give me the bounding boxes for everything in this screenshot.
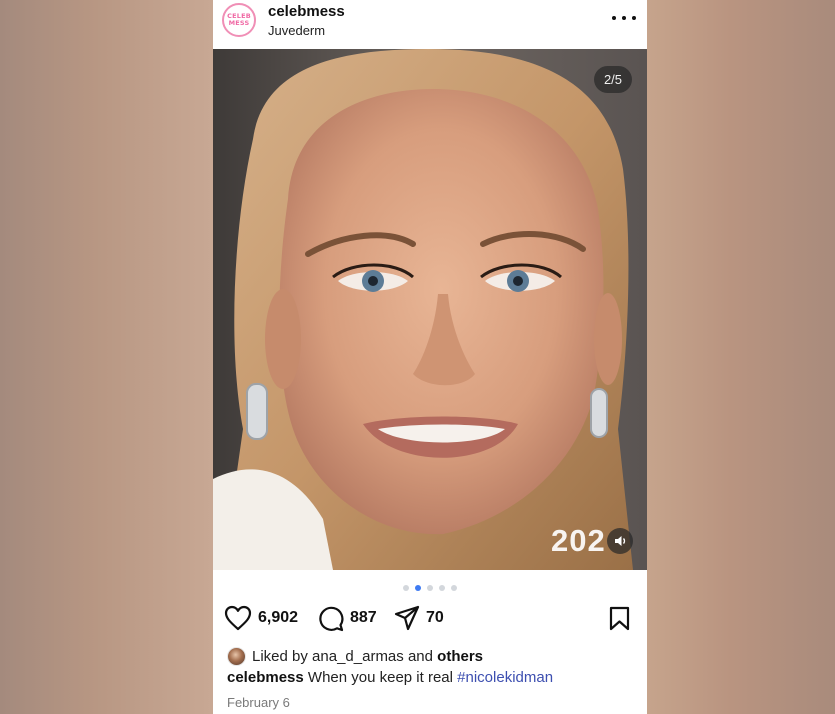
heart-icon — [224, 605, 252, 631]
caption-text: When you keep it real — [307, 669, 453, 686]
share-count[interactable]: 70 — [426, 609, 444, 627]
like-count[interactable]: 6,902 — [258, 609, 298, 627]
post-photo[interactable]: 2/5 202 — [213, 49, 647, 570]
comment-bubble-icon — [319, 606, 344, 631]
liker-avatar[interactable] — [227, 646, 246, 666]
bookmark-icon[interactable] — [609, 606, 630, 631]
caption-username[interactable]: celebmess — [227, 669, 304, 686]
comment-button[interactable]: 887 — [317, 602, 377, 634]
more-options-icon[interactable] — [612, 8, 636, 28]
instagram-post: CELEB MESS celebmess Juvederm 2/5 202 6,… — [213, 0, 647, 714]
liked-by-user[interactable]: ana_d_armas — [312, 648, 404, 665]
blurred-background-right — [647, 0, 835, 714]
speaker-icon[interactable] — [607, 528, 633, 554]
carousel-dot[interactable] — [451, 585, 457, 591]
liked-by-others[interactable]: others — [437, 648, 483, 665]
carousel-indicator — [403, 584, 457, 592]
comment-count[interactable]: 887 — [350, 609, 377, 627]
carousel-dot[interactable] — [427, 585, 433, 591]
carousel-dot[interactable] — [439, 585, 445, 591]
send-icon — [394, 605, 420, 631]
liked-by-row: Liked by ana_d_armas and others — [227, 645, 483, 667]
blurred-background-left — [0, 0, 213, 714]
post-username[interactable]: celebmess — [268, 3, 345, 20]
post-actions: 6,902 887 70 — [213, 602, 647, 634]
carousel-dot[interactable] — [403, 585, 409, 591]
liked-by-and: and — [407, 647, 433, 665]
post-location[interactable]: Juvederm — [268, 23, 325, 38]
more-dot — [632, 16, 636, 20]
post-date: February 6 — [227, 695, 290, 710]
carousel-dot-active[interactable] — [415, 585, 421, 591]
profile-avatar[interactable]: CELEB MESS — [222, 3, 256, 37]
liked-by-prefix: Liked by — [252, 647, 308, 665]
slide-counter: 2/5 — [594, 66, 632, 93]
post-caption: celebmess When you keep it real #nicolek… — [227, 669, 553, 686]
portrait-illustration — [213, 49, 647, 570]
more-dot — [612, 16, 616, 20]
post-header: CELEB MESS celebmess Juvederm — [213, 0, 647, 48]
photo-overlay-text: 202 — [551, 523, 606, 558]
avatar-text-bottom: MESS — [228, 19, 250, 27]
caption-hashtag[interactable]: #nicolekidman — [457, 669, 553, 686]
share-button[interactable]: 70 — [394, 602, 444, 634]
speaker-glyph — [615, 536, 626, 546]
more-dot — [622, 16, 626, 20]
like-button[interactable]: 6,902 — [224, 602, 298, 634]
